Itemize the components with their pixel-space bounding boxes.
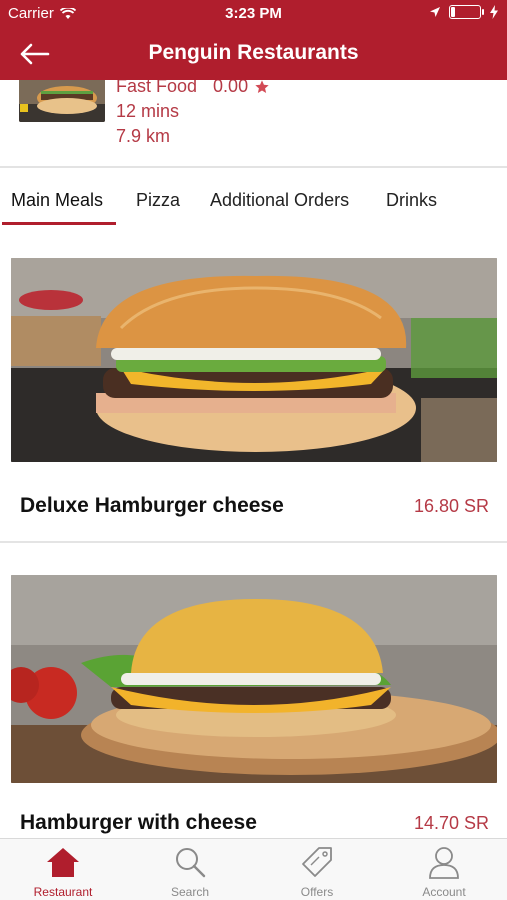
menu-item-name: Deluxe Hamburger cheese xyxy=(20,494,284,517)
tag-icon xyxy=(302,847,332,877)
location-arrow-icon xyxy=(430,7,440,17)
home-icon xyxy=(47,848,79,877)
status-bar: Carrier 3:23 PM xyxy=(0,0,507,28)
page-title: Penguin Restaurants xyxy=(148,41,359,64)
menu-item[interactable]: Deluxe Hamburger cheese 16.80 SR xyxy=(0,258,507,544)
category-rating-row: Fast Food 0.00 xyxy=(116,80,270,99)
tabbar-restaurant-icon-wrap xyxy=(0,845,126,881)
category-tabs: Main Meals Pizza Additional Orders Drink… xyxy=(0,170,507,228)
tabbar-search[interactable]: Search xyxy=(127,839,253,900)
restaurant-distance: 7.9 km xyxy=(116,126,171,146)
menu-item-price: 16.80 SR xyxy=(413,496,489,516)
delivery-time: 12 mins xyxy=(116,101,180,121)
tabbar-restaurant[interactable]: Restaurant xyxy=(0,839,126,900)
tabbar-account-icon-wrap xyxy=(381,845,507,881)
restaurant-rating: 0.00 xyxy=(213,80,249,96)
restaurant-category: Fast Food xyxy=(116,80,198,96)
restaurant-thumbnail xyxy=(19,80,105,122)
charging-icon xyxy=(490,5,498,19)
battery-icon xyxy=(449,5,484,19)
tab-main-meals[interactable]: Main Meals xyxy=(11,190,103,211)
bottom-tab-bar: Restaurant Search Offers Account xyxy=(0,838,507,900)
tabbar-label: Restaurant xyxy=(33,885,93,899)
active-tab-indicator xyxy=(2,222,116,225)
restaurant-info: Fast Food 0.00 12 mins 7.9 km xyxy=(0,80,507,168)
tabbar-account[interactable]: Account xyxy=(381,839,507,900)
search-icon xyxy=(176,848,206,878)
restaurant-details: Fast Food 0.00 12 mins 7.9 km xyxy=(116,80,270,149)
divider xyxy=(0,541,507,543)
tabbar-label: Offers xyxy=(300,885,334,899)
tab-pizza[interactable]: Pizza xyxy=(136,190,180,211)
menu-item-image xyxy=(11,575,497,783)
status-right xyxy=(429,5,499,19)
star-icon xyxy=(255,80,269,93)
top-bar: Carrier 3:23 PM Penguin Restaurants xyxy=(0,0,507,80)
tabbar-label: Account xyxy=(422,885,466,899)
menu-item-name: Hamburger with cheese xyxy=(20,811,257,834)
menu-item-price: 14.70 SR xyxy=(413,813,489,833)
tab-drinks[interactable]: Drinks xyxy=(386,190,437,211)
tabbar-offers-icon-wrap xyxy=(254,845,380,881)
tabbar-offers[interactable]: Offers xyxy=(254,839,380,900)
navigation-bar: Penguin Restaurants xyxy=(0,28,507,80)
menu-item-image xyxy=(11,258,497,462)
tabbar-search-icon-wrap xyxy=(127,845,253,881)
tab-additional-orders[interactable]: Additional Orders xyxy=(210,190,349,211)
menu-item[interactable]: Hamburger with cheese 14.70 SR xyxy=(0,575,507,838)
tabbar-label: Search xyxy=(170,885,210,899)
account-icon xyxy=(429,847,459,879)
